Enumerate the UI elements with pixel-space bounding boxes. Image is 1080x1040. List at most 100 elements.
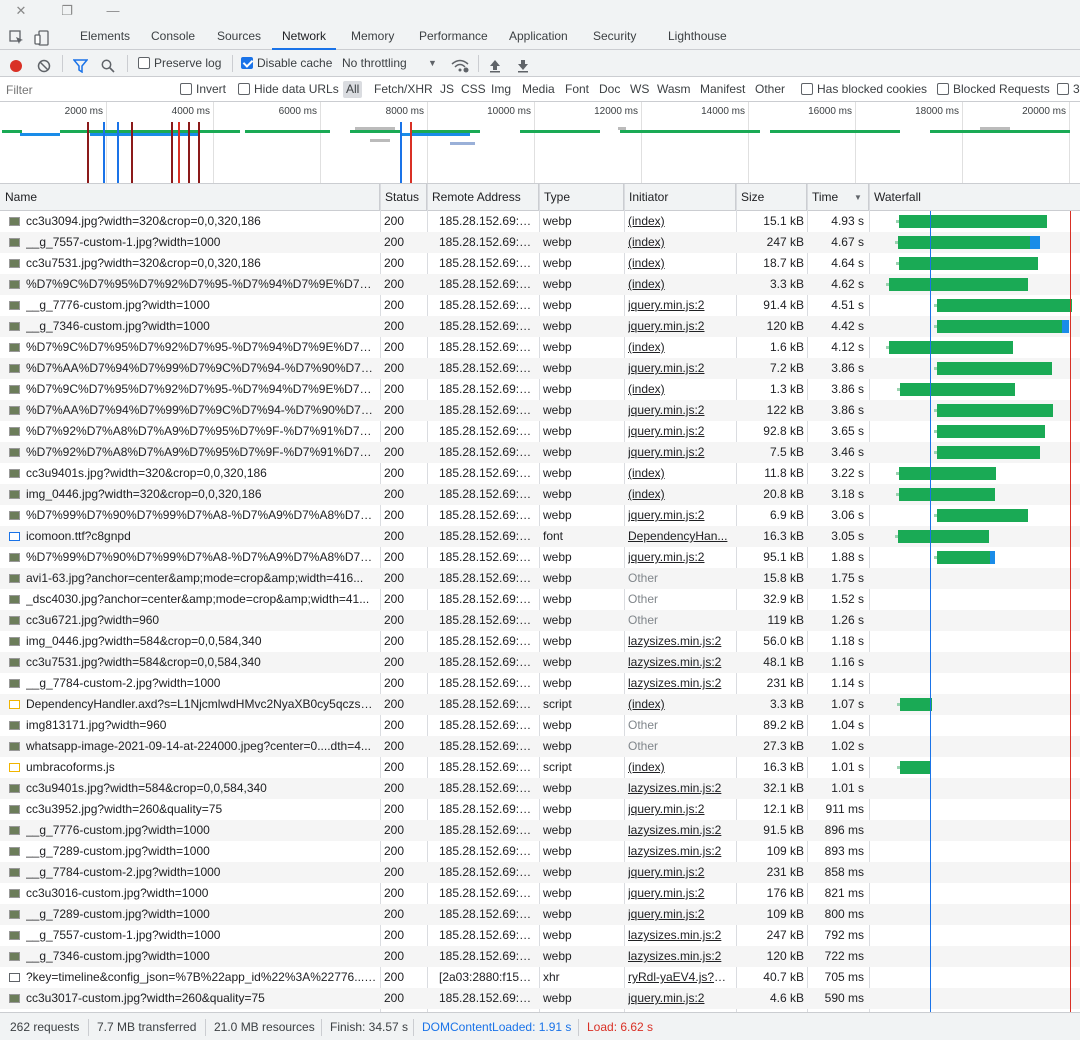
column-header-waterfall[interactable]: Waterfall xyxy=(869,184,1080,211)
waterfall-bar[interactable] xyxy=(937,320,1062,333)
table-row[interactable]: %D7%92%D7%A8%D7%A9%D7%95%D7%9F-%D7%91%D7… xyxy=(0,442,1080,463)
request-initiator[interactable]: lazysizes.min.js:2 xyxy=(628,946,732,967)
filter-type-font[interactable]: Font xyxy=(565,77,589,102)
waterfall-bar[interactable] xyxy=(937,509,1028,522)
request-name[interactable]: __g_7346-custom.jpg?width=1000 xyxy=(26,316,378,337)
request-initiator[interactable]: jquery.min.js:2 xyxy=(628,295,732,316)
request-initiator[interactable]: jquery.min.js:2 xyxy=(628,421,732,442)
request-name[interactable]: __g_7557-custom-1.jpg?width=1000 xyxy=(26,925,378,946)
table-row[interactable]: cc3u3017-custom.jpg?width=260&quality=75… xyxy=(0,988,1080,1009)
has-blocked-cookies-checkbox[interactable]: Has blocked cookies xyxy=(801,77,927,102)
table-row[interactable]: cc3u6721.jpg?width=960 200 185.28.152.69:4… xyxy=(0,610,1080,631)
tab-network[interactable]: Network xyxy=(272,22,337,50)
request-initiator[interactable]: (index) xyxy=(628,694,732,715)
close-icon[interactable]: ✕ xyxy=(12,2,30,20)
table-row[interactable]: %D7%AA%D7%94%D7%99%D7%9C%D7%94-%D7%90%D7… xyxy=(0,400,1080,421)
blocked-requests-checkbox[interactable]: Blocked Requests xyxy=(937,77,1050,102)
table-row[interactable]: cc3u7531.jpg?width=584&crop=0,0,584,340 2… xyxy=(0,652,1080,673)
checkbox-unchecked[interactable] xyxy=(180,83,192,95)
request-name[interactable]: cc3u3952.jpg?width=260&quality=75 xyxy=(26,799,378,820)
request-initiator[interactable]: jquery.min.js:2 xyxy=(628,988,732,1009)
checkbox-unchecked[interactable] xyxy=(801,83,813,95)
table-row[interactable]: avi1-63.jpg?anchor=center&amp;mode=crop&… xyxy=(0,568,1080,589)
request-initiator[interactable]: jquery.min.js:2 xyxy=(628,358,732,379)
request-initiator[interactable]: lazysizes.min.js:2 xyxy=(628,925,732,946)
table-row[interactable]: __g_7784-custom-2.jpg?width=1000 200 185.2… xyxy=(0,862,1080,883)
table-row[interactable]: __g_7776-custom.jpg?width=1000 200 185.28.… xyxy=(0,295,1080,316)
table-row[interactable]: img813171.jpg?width=960 200 185.28.152.69:… xyxy=(0,715,1080,736)
request-name[interactable]: %D7%99%D7%90%D7%99%D7%A8-%D7%A9%D7%A8%D7… xyxy=(26,547,378,568)
request-name[interactable]: cc3u9401s.jpg?width=320&crop=0,0,320,186 xyxy=(26,463,378,484)
table-row[interactable]: %D7%92%D7%A8%D7%A9%D7%95%D7%9F-%D7%91%D7… xyxy=(0,421,1080,442)
request-name[interactable]: DependencyHandler.axd?s=L1NjcmlwdHMvc2Ny… xyxy=(26,694,378,715)
request-initiator[interactable]: (index) xyxy=(628,211,732,232)
filter-type-js[interactable]: JS xyxy=(440,77,454,102)
table-row[interactable]: ?key=timeline&config_json=%7B%22app_id%2… xyxy=(0,967,1080,988)
column-header-time[interactable]: Time ▼ xyxy=(807,184,869,211)
waterfall-bar[interactable] xyxy=(937,404,1053,417)
checkbox-checked[interactable] xyxy=(241,57,253,69)
request-initiator[interactable]: jquery.min.js:2 xyxy=(628,400,732,421)
request-name[interactable]: __g_7776-custom.jpg?width=1000 xyxy=(26,295,378,316)
network-overview[interactable]: 2000 ms 4000 ms 6000 ms 8000 ms 10000 ms 1200… xyxy=(0,102,1080,184)
waterfall-bar[interactable] xyxy=(937,551,990,564)
invert-checkbox[interactable]: Invert xyxy=(180,77,226,102)
waterfall-bar[interactable] xyxy=(899,488,995,501)
filter-type-wasm[interactable]: Wasm xyxy=(657,77,691,102)
request-initiator[interactable]: jquery.min.js:2 xyxy=(628,904,732,925)
table-row[interactable]: __g_7289-custom.jpg?width=1000 200 185.28.… xyxy=(0,841,1080,862)
waterfall-bar[interactable] xyxy=(937,299,1072,312)
table-row[interactable]: %D7%AA%D7%94%D7%99%D7%9C%D7%94-%D7%90%D7… xyxy=(0,358,1080,379)
table-row[interactable]: cc3u7531.jpg?width=320&crop=0,0,320,186 2… xyxy=(0,253,1080,274)
request-name[interactable]: __g_7289-custom.jpg?width=1000 xyxy=(26,841,378,862)
request-name[interactable]: cc3u7531.jpg?width=320&crop=0,0,320,186 xyxy=(26,253,378,274)
hide-data-urls-checkbox[interactable]: Hide data URLs xyxy=(238,77,339,102)
table-row[interactable]: %D7%9C%D7%95%D7%92%D7%95-%D7%94%D7%9E%D7… xyxy=(0,337,1080,358)
request-name[interactable]: __g_7784-custom-2.jpg?width=1000 xyxy=(26,673,378,694)
filter-type-all[interactable]: All xyxy=(343,81,363,98)
request-initiator[interactable]: lazysizes.min.js:2 xyxy=(628,841,732,862)
waterfall-bar[interactable] xyxy=(889,341,1013,354)
request-initiator[interactable]: jquery.min.js:2 xyxy=(628,316,732,337)
checkbox-unchecked[interactable] xyxy=(1057,83,1069,95)
restore-icon[interactable]: ❐ xyxy=(58,2,76,20)
request-name[interactable]: ?key=timeline&config_json=%7B%22app_id%2… xyxy=(26,967,378,988)
table-row[interactable]: _dsc4030.jpg?anchor=center&amp;mode=crop… xyxy=(0,589,1080,610)
waterfall-bar[interactable] xyxy=(899,215,1047,228)
third-party-checkbox[interactable]: 3 xyxy=(1057,77,1080,102)
table-row[interactable]: __g_7346-custom.jpg?width=1000 200 185.28.… xyxy=(0,316,1080,337)
request-name[interactable]: %D7%9C%D7%95%D7%92%D7%95-%D7%94%D7%9E%D7… xyxy=(26,379,378,400)
request-initiator[interactable]: lazysizes.min.js:2 xyxy=(628,673,732,694)
request-name[interactable]: icomoon.ttf?c8gnpd xyxy=(26,526,378,547)
table-row[interactable]: %D7%9C%D7%95%D7%92%D7%95-%D7%94%D7%9E%D7… xyxy=(0,379,1080,400)
request-name[interactable]: __g_7346-custom.jpg?width=1000 xyxy=(26,946,378,967)
request-name[interactable]: cc3u3094.jpg?width=320&crop=0,0,320,186 xyxy=(26,211,378,232)
request-name[interactable]: umbracoforms.js xyxy=(26,757,378,778)
waterfall-bar[interactable] xyxy=(937,446,1040,459)
waterfall-bar[interactable] xyxy=(937,425,1045,438)
request-name[interactable]: %D7%AA%D7%94%D7%99%D7%9C%D7%94-%D7%90%D7… xyxy=(26,358,378,379)
waterfall-bar[interactable] xyxy=(889,278,1028,291)
table-row[interactable]: img_0446.jpg?width=320&crop=0,0,320,186 2… xyxy=(0,484,1080,505)
request-initiator[interactable]: (index) xyxy=(628,757,732,778)
waterfall-bar[interactable] xyxy=(937,362,1052,375)
filter-type-css[interactable]: CSS xyxy=(461,77,486,102)
request-name[interactable]: %D7%9C%D7%95%D7%92%D7%95-%D7%94%D7%9E%D7… xyxy=(26,274,378,295)
request-initiator[interactable]: ryRdl-yaEV4.js?_n... xyxy=(628,967,732,988)
table-row[interactable]: umbracoforms.js 200 185.28.152.69:443 scrip… xyxy=(0,757,1080,778)
request-name[interactable]: img_0446.jpg?width=584&crop=0,0,584,340 xyxy=(26,631,378,652)
column-header-remote-address[interactable]: Remote Address xyxy=(427,184,539,211)
tab-elements[interactable]: Elements xyxy=(80,22,130,50)
filter-type-img[interactable]: Img xyxy=(491,77,511,102)
filter-type-manifest[interactable]: Manifest xyxy=(700,77,745,102)
table-row[interactable]: cc3u9401s.jpg?width=584&crop=0,0,584,340… xyxy=(0,778,1080,799)
request-name[interactable]: __g_7557-custom-1.jpg?width=1000 xyxy=(26,232,378,253)
request-initiator[interactable]: (index) xyxy=(628,253,732,274)
waterfall-bar[interactable] xyxy=(898,530,989,543)
tab-performance[interactable]: Performance xyxy=(419,22,488,50)
filter-icon[interactable] xyxy=(72,56,89,74)
waterfall-bar[interactable] xyxy=(898,236,1030,249)
tab-lighthouse[interactable]: Lighthouse xyxy=(668,22,727,50)
table-row[interactable]: DependencyHandler.axd?s=L1NjcmlwdHMvc2Ny… xyxy=(0,694,1080,715)
column-header-initiator[interactable]: Initiator xyxy=(624,184,736,211)
